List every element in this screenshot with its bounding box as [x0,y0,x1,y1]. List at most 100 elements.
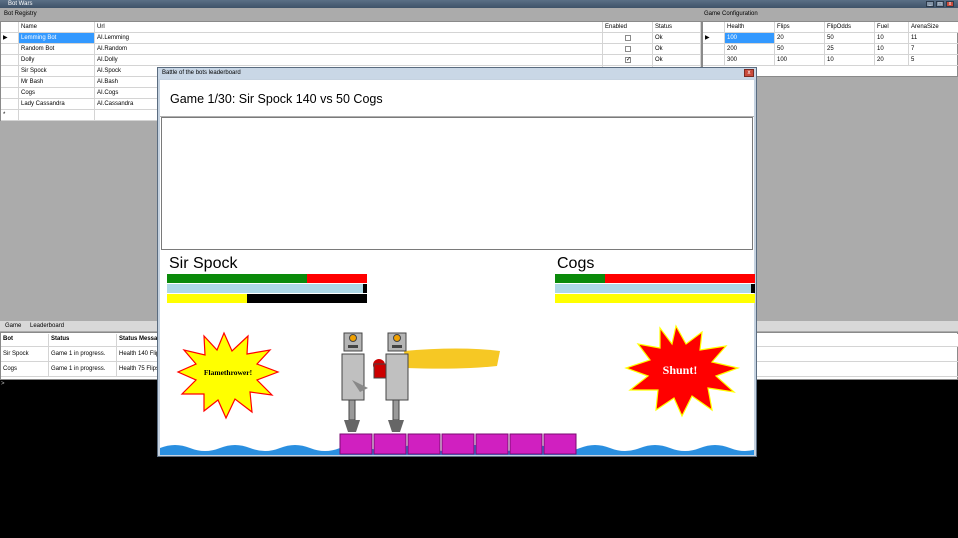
config-cell[interactable]: 50 [825,33,875,44]
config-cell[interactable]: 200 [725,44,775,55]
enabled-checkbox[interactable]: ✓ [625,57,631,63]
right-health-bar [555,274,755,283]
dialog-titlebar[interactable]: Battle of the bots leaderboard x [158,68,756,79]
col-flipodds[interactable]: FlipOdds [825,22,875,33]
left-fuel-bar [167,294,367,303]
table-row[interactable]: 200 50 25 10 7 [703,44,958,55]
enabled-checkbox[interactable] [625,35,631,41]
table-row[interactable]: Random Bot AI.Random Ok [1,44,701,55]
row-header[interactable] [1,66,19,77]
config-cell[interactable]: 50 [775,44,825,55]
bot-url-cell[interactable]: AI.Random [95,44,603,55]
status-cell[interactable]: Ok [653,33,701,44]
config-cell[interactable]: 100 [775,55,825,66]
config-cell[interactable]: 300 [725,55,775,66]
col-bot[interactable]: Bot [1,334,49,347]
row-header[interactable] [703,55,725,66]
row-header[interactable]: ▶ [703,33,725,44]
col-arenasize[interactable]: ArenaSize [909,22,958,33]
col-flips[interactable]: Flips [775,22,825,33]
shunt-burst-icon: Shunt! [624,324,741,418]
row-header[interactable]: ▶ [1,33,19,44]
table-row[interactable]: ▶ Lemming Bot AI.Lemming Ok [1,33,701,44]
left-player-bars [167,274,367,304]
dialog-body: Game 1/30: Sir Spock 140 vs 50 Cogs Sir … [160,80,755,455]
svg-text:Flamethrower!: Flamethrower! [204,368,252,377]
bot-registry-label: Bot Registry [4,11,37,17]
config-cell[interactable]: 20 [775,33,825,44]
config-cell[interactable]: 25 [825,44,875,55]
arena-tiles [339,433,577,455]
game-status-cell[interactable]: Game 1 in progress. [49,347,117,362]
bot-name-cell[interactable]: Mr Bash [19,77,95,88]
bot-name-cell[interactable] [19,110,95,121]
status-cell[interactable]: Ok [653,55,701,66]
maximize-button[interactable]: □ [936,1,944,7]
left-flips-bar [167,284,367,293]
close-icon[interactable]: x [946,1,954,7]
bot-name-cell[interactable]: Lemming Bot [19,33,95,44]
config-cell[interactable]: 11 [909,33,958,44]
bot-cell[interactable]: Sir Spock [1,347,49,362]
col-name[interactable]: Name [19,22,95,33]
game-info-panel: Game 1/30: Sir Spock 140 vs 50 Cogs [160,80,754,117]
table-row[interactable]: Dolly AI.Dolly ✓ Ok [1,55,701,66]
row-header[interactable] [1,77,19,88]
config-cell[interactable]: 7 [909,44,958,55]
config-cell[interactable]: 20 [875,55,909,66]
bot-name-cell[interactable]: Sir Spock [19,66,95,77]
col-fuel[interactable]: Fuel [875,22,909,33]
arena-tile [475,433,509,455]
bot-url-cell[interactable]: AI.Lemming [95,33,603,44]
flamethrower-burst-icon: Flamethrower! [176,331,280,420]
window-title: Bot Wars [8,1,33,7]
col-health[interactable]: Health [725,22,775,33]
new-row-marker: * [1,110,19,121]
arena-tile [407,433,441,455]
row-header[interactable] [703,44,725,55]
battle-log-box[interactable] [161,117,753,250]
right-flips-bar [555,284,755,293]
row-header[interactable] [1,99,19,110]
bot-name-cell[interactable]: Cogs [19,88,95,99]
left-player-name: Sir Spock [169,255,238,272]
col-status[interactable]: Status [653,22,701,33]
robot-cogs-icon [373,332,409,432]
close-icon[interactable]: x [744,69,754,77]
tab-game[interactable]: Game [5,323,21,329]
col-enabled[interactable]: Enabled [603,22,653,33]
enabled-cell[interactable] [603,33,653,44]
bot-url-cell[interactable]: AI.Dolly [95,55,603,66]
col-url[interactable]: Url [95,22,603,33]
right-fuel-bar [555,294,755,303]
status-cell[interactable]: Ok [653,44,701,55]
enabled-cell[interactable]: ✓ [603,55,653,66]
config-cell[interactable]: 100 [725,33,775,44]
config-cell[interactable]: 10 [875,44,909,55]
flame-stream [404,348,500,369]
minimize-button[interactable]: _ [926,1,934,7]
dialog-title: Battle of the bots leaderboard [162,70,241,76]
tab-leaderboard[interactable]: Leaderboard [30,323,64,329]
config-cell[interactable]: 10 [825,55,875,66]
enabled-checkbox[interactable] [625,46,631,52]
game-score-text: Game 1/30: Sir Spock 140 vs 50 Cogs [170,92,383,106]
right-player-name: Cogs [557,255,595,272]
table-row[interactable]: ▶ 100 20 50 10 11 [703,33,958,44]
leaderboard-dialog[interactable]: Battle of the bots leaderboard x Game 1/… [157,67,757,457]
config-cell[interactable]: 5 [909,55,958,66]
row-header[interactable] [1,55,19,66]
config-cell[interactable]: 10 [875,33,909,44]
bot-name-cell[interactable]: Dolly [19,55,95,66]
table-row[interactable]: 300 100 10 20 5 [703,55,958,66]
row-header[interactable] [1,88,19,99]
bot-cell[interactable]: Cogs [1,362,49,377]
arena-tile [543,433,577,455]
bot-name-cell[interactable]: Random Bot [19,44,95,55]
game-status-cell[interactable]: Game 1 in progress. [49,362,117,377]
bot-name-cell[interactable]: Lady Cassandra [19,99,95,110]
battle-arena: Flamethrower! Shunt! [160,324,754,455]
enabled-cell[interactable] [603,44,653,55]
col-game-status[interactable]: Status [49,334,117,347]
row-header[interactable] [1,44,19,55]
